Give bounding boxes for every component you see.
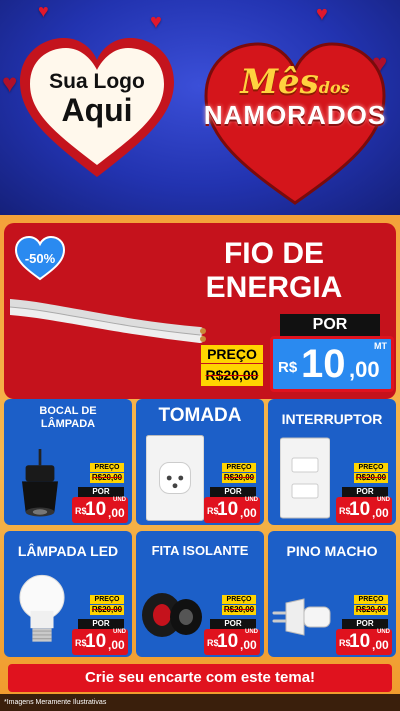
preco-label: PREÇO	[354, 463, 388, 472]
product-name: PINO MACHO	[286, 543, 378, 559]
product-name: BOCAL DE LÂMPADA	[39, 405, 97, 430]
led-bulb-icon	[19, 574, 65, 642]
old-price: R$20,00	[222, 605, 256, 615]
footnote: *Imagens Meramente Ilustrativas	[4, 699, 107, 706]
header: ♥ ♥ ♥ ♥ ♥ Sua Logo Aqui Mêsdos NAMORADOS	[0, 0, 400, 215]
product-card[interactable]: PINO MACHO PREÇO R$20,00 POR R$ 10 ,00 U…	[268, 531, 396, 657]
light-switch-icon	[280, 437, 330, 519]
por-label: POR	[210, 487, 256, 497]
price-int: 10	[349, 631, 371, 652]
preco-label: PREÇO	[222, 463, 256, 472]
por-label: POR	[342, 619, 388, 629]
product-name: FITA ISOLANTE	[151, 543, 249, 558]
product-name: TOMADA	[158, 405, 242, 426]
product-name: LÂMPADA LED	[17, 543, 119, 559]
old-price: R$20,00	[222, 473, 256, 483]
title-mes: Mês	[240, 62, 319, 102]
price-cents: ,00	[108, 638, 125, 652]
por-label: POR	[78, 487, 124, 497]
unit: UND	[113, 497, 126, 503]
title-namorados: NAMORADOS	[203, 100, 387, 130]
unit: UND	[377, 497, 390, 503]
unit: UND	[245, 497, 258, 503]
main-unit: MT	[374, 341, 387, 351]
unit: UND	[377, 629, 390, 635]
product-name: INTERRUPTOR	[281, 411, 383, 427]
price-int: 10	[217, 631, 239, 652]
main-price-int: 10	[301, 342, 346, 386]
offers-area: -50% FIO DE ENERGIA PREÇO R$20,00 POR R$…	[0, 215, 400, 711]
preco-label: PREÇO	[90, 463, 124, 472]
unit: UND	[245, 629, 258, 635]
cta-banner[interactable]: Crie seu encarte com este tema!	[8, 664, 392, 692]
por-label: POR	[78, 619, 124, 629]
price-int: 10	[349, 499, 371, 520]
por-label: POR	[342, 487, 388, 497]
insulating-tape-icon	[142, 593, 202, 637]
unit: UND	[113, 629, 126, 635]
product-card[interactable]: FITA ISOLANTE PREÇO R$20,00 POR R$ 10 ,0…	[136, 531, 264, 657]
heart-decoration-icon: ♥	[150, 11, 162, 33]
price-cents: ,00	[240, 638, 257, 652]
old-price: R$20,00	[90, 473, 124, 483]
main-old-price: R$20,00	[201, 364, 263, 386]
main-price-tag[interactable]: R$ 10 ,00 MT	[270, 336, 394, 392]
price-tag: R$ 10 ,00 UND	[72, 497, 128, 523]
preco-label: PREÇO	[354, 595, 388, 604]
campaign-title: Mêsdos NAMORADOS	[200, 62, 390, 131]
price-int: 10	[217, 499, 239, 520]
power-outlet-icon	[146, 435, 204, 521]
heart-decoration-icon: ♥	[316, 3, 328, 25]
price-cents: ,00	[372, 638, 389, 652]
main-price-cents: ,00	[349, 357, 380, 382]
product-card[interactable]: BOCAL DE LÂMPADA PREÇO R$20,00 POR R$ 10…	[4, 399, 132, 525]
product-card[interactable]: INTERRUPTOR PREÇO R$20,00 POR R$ 10 ,00 …	[268, 399, 396, 525]
main-offer-title-line1: FIO DE	[223, 237, 324, 270]
main-currency: R$	[278, 359, 298, 376]
preco-label: PREÇO	[90, 595, 124, 604]
price-cents: ,00	[240, 506, 257, 520]
price-tag: R$ 10 ,00 UND	[204, 629, 260, 655]
price-cents: ,00	[372, 506, 389, 520]
logo-line2: Aqui	[61, 92, 133, 128]
wire-cable-icon	[10, 299, 206, 343]
price-cents: ,00	[108, 506, 125, 520]
price-tag: R$ 10 ,00 UND	[72, 629, 128, 655]
title-dos: dos	[318, 78, 350, 97]
heart-decoration-icon: ♥	[38, 1, 49, 21]
discount-badge: -50%	[24, 251, 56, 266]
logo-line1: Sua Logo	[49, 70, 145, 93]
old-price: R$20,00	[354, 473, 388, 483]
main-por-label: POR	[280, 314, 380, 336]
lamp-socket-icon	[22, 449, 58, 517]
product-card[interactable]: TOMADA PREÇO R$20,00 POR R$ 10 ,00 UND	[136, 399, 264, 525]
old-price: R$20,00	[354, 605, 388, 615]
logo-placeholder: Sua Logo Aqui	[12, 70, 182, 129]
main-preco-label: PREÇO	[201, 345, 263, 363]
main-offer-card[interactable]: -50% FIO DE ENERGIA PREÇO R$20,00 POR R$…	[4, 223, 396, 399]
plug-icon	[272, 598, 331, 636]
price-int: 10	[85, 631, 107, 652]
price-tag: R$ 10 ,00 UND	[336, 629, 392, 655]
price-tag: R$ 10 ,00 UND	[336, 497, 392, 523]
product-card[interactable]: LÂMPADA LED PREÇO R$20,00 POR R$ 10 ,00 …	[4, 531, 132, 657]
price-int: 10	[85, 499, 107, 520]
old-price: R$20,00	[90, 605, 124, 615]
por-label: POR	[210, 619, 256, 629]
preco-label: PREÇO	[222, 595, 256, 604]
price-tag: R$ 10 ,00 UND	[204, 497, 260, 523]
